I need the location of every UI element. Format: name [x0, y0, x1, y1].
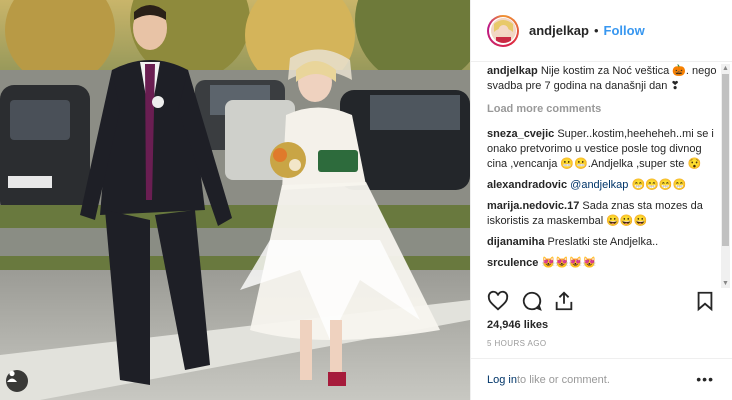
comment-item: marija.nedovic.17 Sada znas sta mozes da…	[487, 199, 718, 229]
header-username[interactable]: andjelkap	[529, 23, 589, 38]
login-prompt-text: to like or comment.	[516, 373, 610, 386]
comment-username[interactable]: sneza_cvejic	[487, 128, 554, 140]
share-icon[interactable]	[553, 290, 577, 314]
follow-button[interactable]: Follow	[604, 23, 645, 38]
comment-item: alexandradovic @andjelkap 😁😁😁😁	[487, 178, 718, 193]
post-sidebar: andjelkap • Follow andjelkap Nije kostim…	[470, 0, 732, 400]
bookmark-icon[interactable]	[694, 290, 718, 314]
comment-username[interactable]: dijanamiha	[487, 236, 544, 248]
heart-icon[interactable]	[487, 290, 511, 314]
comment-item: dijanamiha Preslatki ste Andjelka..	[487, 235, 718, 250]
caption: andjelkap Nije kostim za Noć veštica 🎃. …	[487, 64, 718, 94]
scroll-up-arrow-icon[interactable]: ▲	[721, 64, 730, 73]
post-header: andjelkap • Follow	[471, 0, 732, 62]
avatar-photo	[490, 18, 516, 43]
comment-username[interactable]: marija.nedovic.17	[487, 200, 579, 212]
comment-icon[interactable]	[521, 290, 545, 314]
comments-scrollbar[interactable]: ▲ ▼	[721, 64, 730, 288]
comments-list: andjelkap Nije kostim za Noć veštica 🎃. …	[487, 64, 718, 288]
action-bar	[487, 290, 718, 316]
likes-count[interactable]: 24,946 likes	[487, 319, 548, 331]
wedding-photo-illustration	[0, 0, 470, 400]
login-link[interactable]: Log in	[487, 374, 517, 386]
load-more-comments-button[interactable]: Load more comments	[487, 102, 718, 117]
person-tag-icon[interactable]	[6, 370, 28, 392]
post-photo[interactable]	[0, 0, 470, 400]
instagram-post: andjelkap • Follow andjelkap Nije kostim…	[0, 0, 732, 400]
comment-username[interactable]: srculence	[487, 257, 538, 269]
comment-text: @andjelkap 😁😁😁😁	[570, 179, 687, 191]
header-separator: •	[593, 23, 599, 38]
avatar[interactable]	[487, 14, 519, 47]
scroll-down-arrow-icon[interactable]: ▼	[721, 279, 730, 288]
more-options-icon[interactable]: •••	[696, 371, 714, 387]
caption-username[interactable]: andjelkap	[487, 65, 538, 77]
comment-text: Preslatki ste Andjelka..	[547, 236, 659, 248]
comment-username[interactable]: alexandradovic	[487, 179, 567, 191]
comment-item: srculence 😻😻😻😻	[487, 256, 718, 271]
comment-item: sneza_cvejic Super..kostim,heeheheh..mi …	[487, 127, 718, 172]
post-timestamp: 5 HOURS AGO	[487, 339, 547, 348]
scrollbar-thumb[interactable]	[722, 74, 729, 246]
login-prompt: Log in to like or comment. •••	[471, 358, 732, 400]
comment-text: 😻😻😻😻	[541, 257, 597, 269]
